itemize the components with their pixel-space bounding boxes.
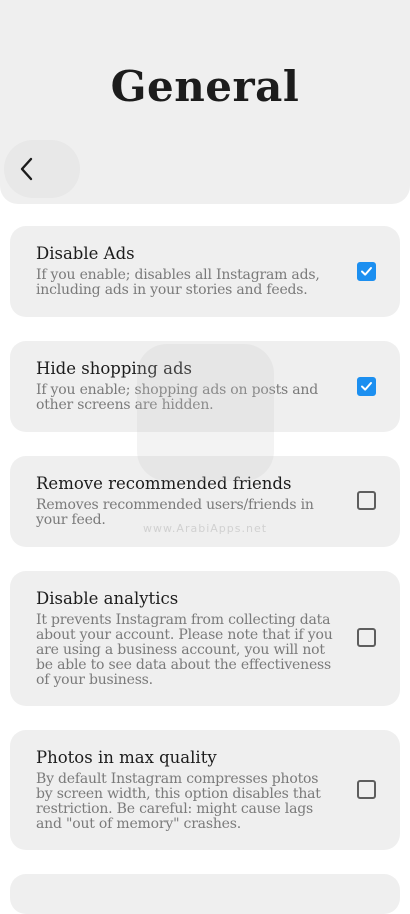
- setting-card-partial: [10, 874, 400, 914]
- remove-recommended-friends-checkbox[interactable]: [357, 491, 376, 510]
- setting-card-remove-recommended-friends[interactable]: Remove recommended friends Removes recom…: [10, 456, 400, 547]
- setting-title: Remove recommended friends: [36, 474, 292, 493]
- setting-description: It prevents Instagram from collecting da…: [36, 612, 333, 688]
- chevron-left-icon: [20, 157, 33, 181]
- setting-description: If you enable; shopping ads on posts and…: [36, 382, 318, 413]
- page-title: General: [110, 62, 300, 111]
- setting-title: Hide shopping ads: [36, 359, 192, 378]
- setting-card-disable-ads[interactable]: Disable Ads If you enable; disables all …: [10, 226, 400, 317]
- setting-title: Disable Ads: [36, 244, 135, 263]
- setting-description: By default Instagram compresses photos b…: [36, 771, 321, 832]
- setting-card-hide-shopping-ads[interactable]: Hide shopping ads If you enable; shoppin…: [10, 341, 400, 432]
- setting-card-photos-max-quality[interactable]: Photos in max quality By default Instagr…: [10, 730, 400, 850]
- disable-analytics-checkbox[interactable]: [357, 628, 376, 647]
- disable-ads-checkbox[interactable]: [357, 262, 376, 281]
- setting-description: If you enable; disables all Instagram ad…: [36, 267, 320, 298]
- checkmark-icon: [361, 267, 372, 276]
- hide-shopping-ads-checkbox[interactable]: [357, 377, 376, 396]
- back-button[interactable]: [4, 140, 80, 198]
- setting-card-disable-analytics[interactable]: Disable analytics It prevents Instagram …: [10, 571, 400, 706]
- checkmark-icon: [361, 382, 372, 391]
- setting-description: Removes recommended users/friends in you…: [36, 497, 314, 528]
- setting-title: Disable analytics: [36, 589, 179, 608]
- setting-title: Photos in max quality: [36, 748, 217, 767]
- header: General: [0, 0, 410, 204]
- photos-max-quality-checkbox[interactable]: [357, 780, 376, 799]
